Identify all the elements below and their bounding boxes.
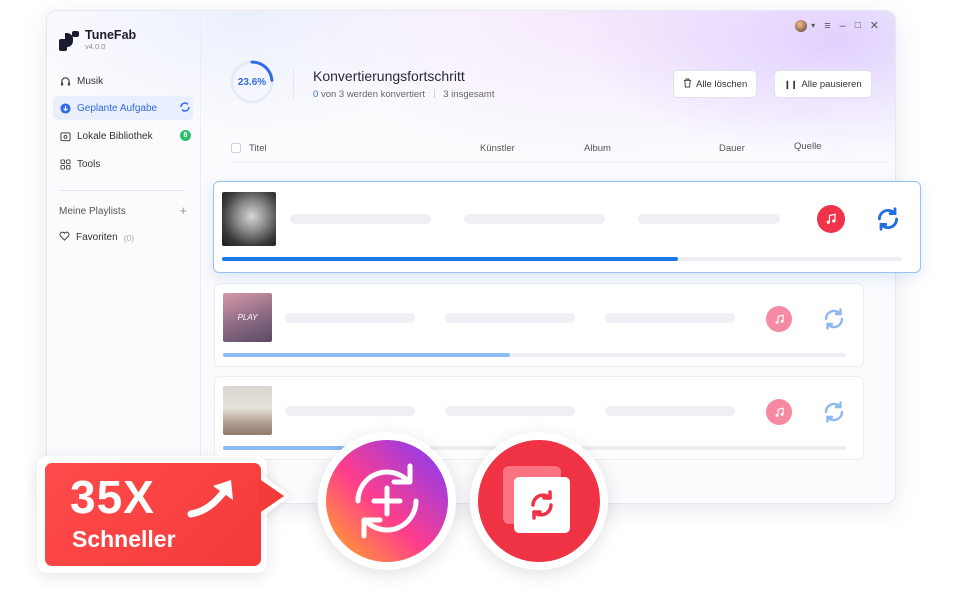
tunefab-app-icon: [478, 440, 600, 562]
pause-all-label: Alle pausieren: [801, 78, 862, 90]
promo-caption: Schneller: [72, 526, 176, 552]
apple-music-icon: [817, 205, 845, 233]
convert-sync-icon[interactable]: [821, 399, 847, 430]
table-row-selected[interactable]: [213, 181, 921, 273]
heart-icon: [59, 231, 70, 244]
trash-icon: [683, 78, 692, 91]
clear-all-label: Alle löschen: [696, 78, 748, 90]
clear-all-button[interactable]: Alle löschen: [673, 70, 758, 98]
row-progress-track: [222, 257, 902, 261]
grid-icon: [59, 158, 71, 170]
convert-sync-icon[interactable]: [874, 205, 902, 238]
app-version: v4.0.0: [85, 42, 106, 51]
column-source: Quelle: [794, 141, 822, 152]
window-controls: ▾ ≡ – □ ✕: [795, 19, 879, 32]
library-count-badge: 8: [180, 130, 191, 141]
sidebar-item-label: Tools: [77, 158, 101, 170]
row-progress-fill: [222, 257, 678, 261]
playlists-label: Meine Playlists: [59, 206, 126, 217]
add-playlist-button[interactable]: +: [179, 204, 187, 217]
sidebar-item-lokale-bibliothek[interactable]: Lokale Bibliothek 8: [53, 124, 193, 148]
app-name: TuneFab: [85, 28, 137, 42]
pause-icon: ❙❙: [784, 79, 798, 89]
album-cover: [223, 386, 272, 435]
converting-text: von 3 werden konvertiert: [320, 89, 425, 100]
arrow-up-right-icon: [187, 480, 233, 518]
sidebar-item-musik[interactable]: Musik: [53, 69, 193, 93]
close-icon[interactable]: ✕: [870, 19, 879, 32]
column-duration: Dauer: [719, 143, 745, 154]
column-artist: Künstler: [480, 143, 515, 154]
avatar[interactable]: [795, 19, 808, 32]
column-title: Titel: [249, 143, 267, 154]
sidebar-item-tools[interactable]: Tools: [53, 152, 193, 176]
tunefab-logo-icon: [59, 30, 79, 51]
table-row[interactable]: PLAY: [214, 283, 864, 367]
convert-add-icon: [326, 440, 448, 562]
favorites-label: Favoriten: [76, 232, 118, 243]
progress-summary: 0 von 3 werden konvertiert 3 insgesamt: [313, 89, 494, 100]
table-header: Titel Künstler Album Dauer Quelle: [229, 139, 889, 163]
sidebar-divider: [59, 190, 185, 191]
promo-speed: 35X: [70, 471, 155, 523]
sidebar-item-label: Musik: [77, 75, 104, 87]
sidebar: TuneFab v4.0.0 Musik Geplante Aufgabe Lo…: [47, 11, 201, 503]
sync-icon: [179, 101, 191, 113]
maximize-icon[interactable]: □: [855, 20, 861, 31]
chevron-down-icon[interactable]: ▾: [811, 21, 815, 30]
sidebar-item-geplante-aufgabe[interactable]: Geplante Aufgabe: [53, 96, 193, 120]
minimize-icon[interactable]: –: [840, 20, 846, 32]
progress-percent: 23.6%: [237, 76, 267, 88]
headphones-icon: [59, 75, 71, 87]
convert-sync-icon[interactable]: [821, 306, 847, 337]
select-all-checkbox[interactable]: [231, 143, 241, 153]
row-progress-track: [223, 353, 846, 357]
playlists-header: Meine Playlists +: [59, 204, 187, 217]
pause-all-button[interactable]: ❙❙ Alle pausieren: [774, 70, 872, 98]
menu-icon[interactable]: ≡: [824, 20, 830, 32]
sidebar-item-favoriten[interactable]: Favoriten (0): [59, 231, 134, 244]
download-icon: [59, 102, 71, 114]
favorites-count: (0): [123, 232, 135, 243]
album-cover: PLAY: [223, 293, 272, 342]
app-icon-badge: [470, 432, 608, 570]
apple-music-icon: [766, 399, 792, 425]
sidebar-item-label: Lokale Bibliothek: [77, 130, 153, 142]
album-cover: [222, 192, 276, 246]
page-title: Konvertierungsfortschritt: [313, 68, 465, 84]
row-progress-fill: [223, 353, 510, 357]
app-logo: TuneFab v4.0.0: [59, 29, 136, 52]
sidebar-item-label: Geplante Aufgabe: [77, 102, 158, 114]
total-text: 3 insgesamt: [443, 89, 495, 100]
column-album: Album: [584, 143, 611, 154]
convert-add-badge: [318, 432, 456, 570]
apple-music-icon: [766, 306, 792, 332]
library-icon: [59, 130, 71, 142]
cover-text: PLAY: [237, 313, 258, 322]
converting-count: 0: [313, 89, 319, 100]
